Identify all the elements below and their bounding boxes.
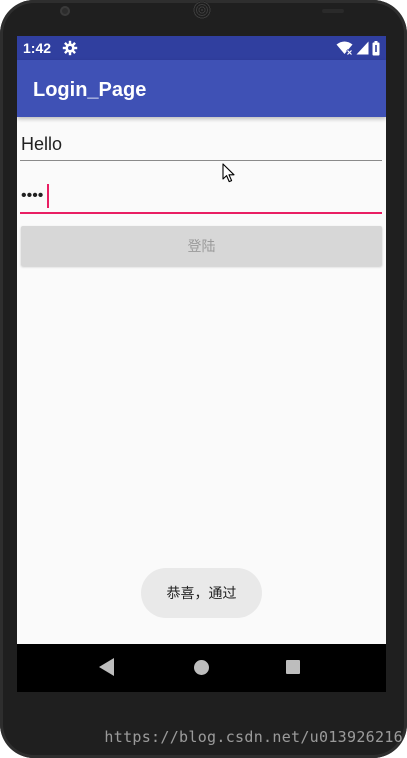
login-button[interactable]: 登陆 bbox=[21, 226, 382, 266]
username-field[interactable]: Hello bbox=[20, 132, 382, 161]
username-value: Hello bbox=[21, 134, 63, 154]
proximity-sensor bbox=[322, 9, 344, 13]
navigation-bar bbox=[17, 644, 386, 692]
device-screen: 1:42 Login_Page Hello •••• 登陆 恭喜，通过 bbox=[17, 36, 386, 692]
phone-frame: 1:42 Login_Page Hello •••• 登陆 恭喜，通过 http… bbox=[0, 0, 407, 758]
password-field[interactable]: •••• bbox=[20, 184, 382, 214]
battery-icon bbox=[372, 40, 380, 55]
home-icon[interactable] bbox=[194, 660, 209, 675]
app-title: Login_Page bbox=[33, 79, 147, 101]
watermark-text: https://blog.csdn.net/u013926216 bbox=[104, 728, 403, 746]
mouse-cursor-icon bbox=[222, 163, 235, 183]
status-bar: 1:42 bbox=[17, 36, 386, 60]
front-camera bbox=[60, 6, 70, 16]
side-button[interactable] bbox=[403, 300, 407, 370]
status-time: 1:42 bbox=[23, 40, 52, 56]
wifi-icon bbox=[336, 41, 353, 55]
back-icon[interactable] bbox=[99, 658, 114, 676]
recents-icon[interactable] bbox=[286, 660, 300, 674]
app-bar: Login_Page bbox=[17, 60, 386, 117]
status-icons bbox=[336, 40, 380, 56]
earpiece-speaker bbox=[193, 1, 211, 19]
signal-icon bbox=[356, 41, 369, 55]
gear-icon bbox=[62, 40, 78, 56]
text-cursor bbox=[47, 184, 49, 208]
toast-message: 恭喜，通过 bbox=[141, 568, 262, 618]
password-value: •••• bbox=[21, 187, 44, 204]
